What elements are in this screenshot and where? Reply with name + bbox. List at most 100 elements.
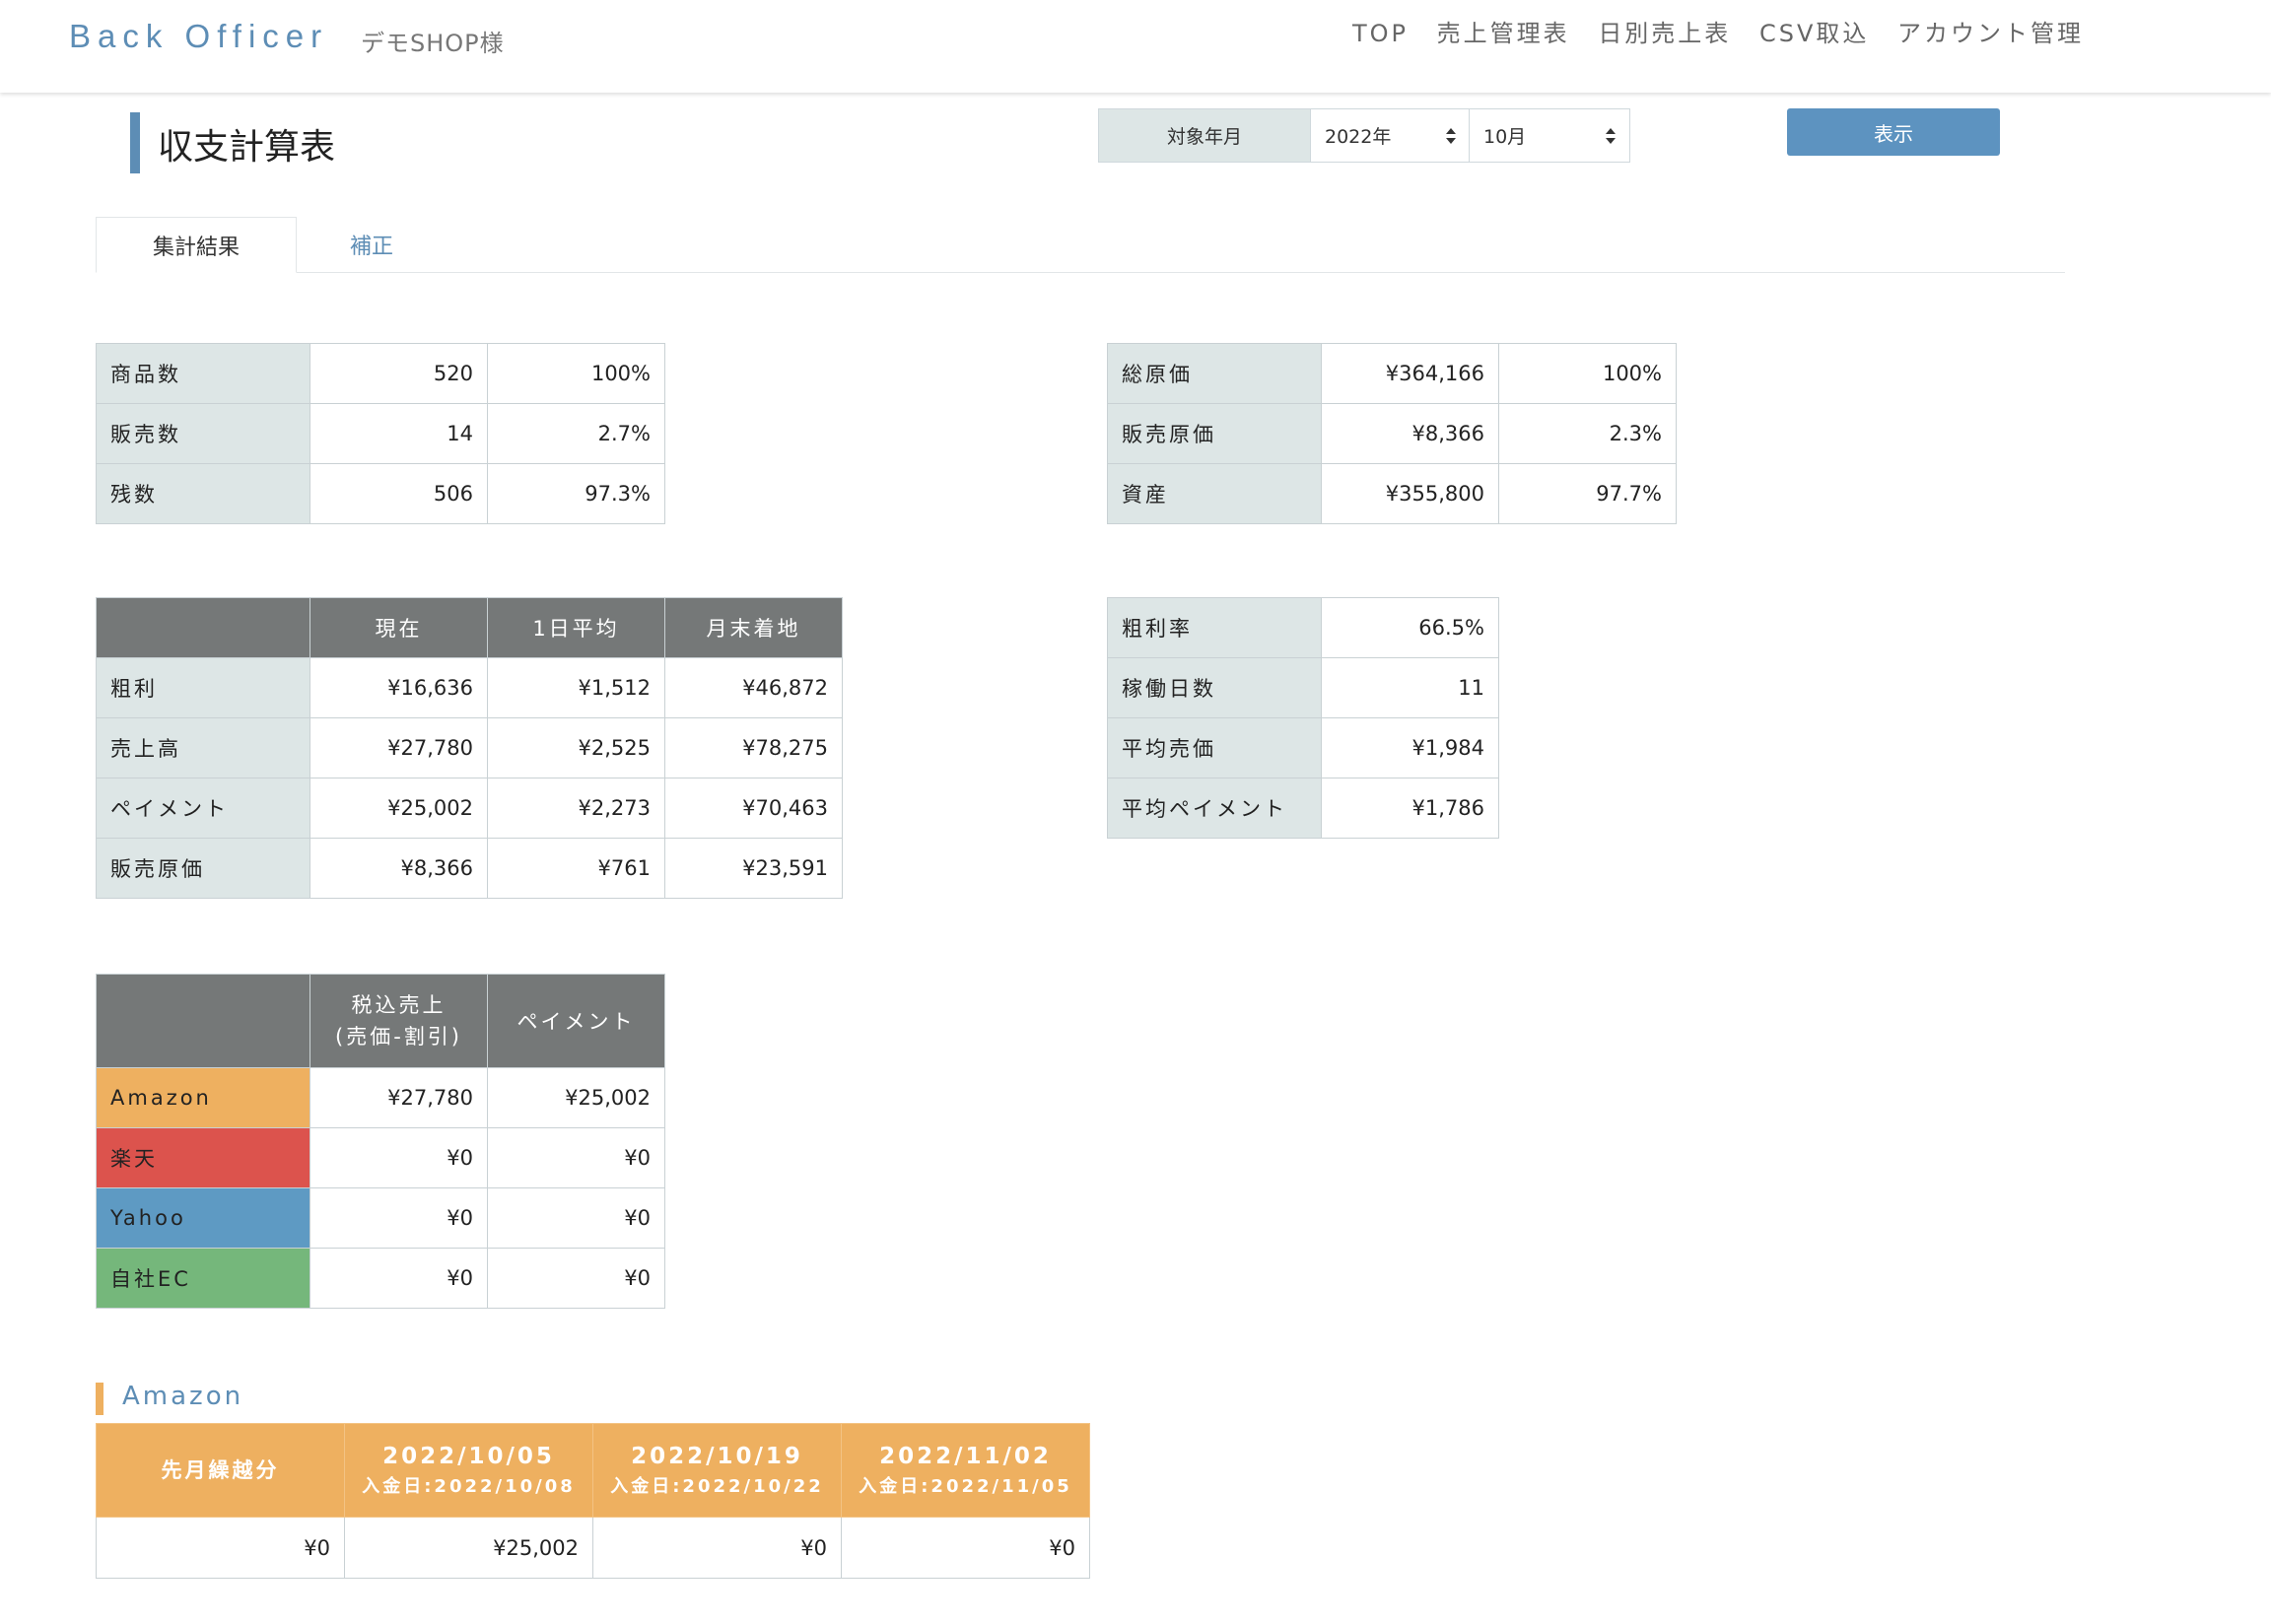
row-label: 総原価 (1107, 343, 1322, 404)
payment-cell: ¥25,002 (487, 1067, 665, 1128)
value-cell: ¥1,984 (1321, 717, 1499, 778)
table-header-row: 先月繰越分 2022/10/05 入金日:2022/10/08 2022/10/… (96, 1423, 1090, 1518)
table-row: Yahoo ¥0 ¥0 (96, 1187, 665, 1249)
row-label: ペイメント (96, 778, 310, 839)
select-caret-icon (1446, 127, 1456, 144)
value-cell: 14 (310, 403, 488, 464)
table-row: 楽天 ¥0 ¥0 (96, 1127, 665, 1188)
nav-csv-import[interactable]: CSV取込 (1759, 20, 1869, 47)
row-label: 粗利率 (1107, 597, 1322, 658)
sales-cell: ¥0 (310, 1187, 488, 1249)
table-row: 総原価 ¥364,166 100% (1107, 343, 1677, 404)
payout-value-cell: ¥0 (592, 1517, 842, 1579)
sales-cell: ¥0 (310, 1248, 488, 1309)
sales-cell: ¥0 (310, 1127, 488, 1188)
table-row: 売上高 ¥27,780 ¥2,525 ¥78,275 (96, 717, 843, 778)
tab-bar: 集計結果 補正 (96, 217, 2065, 273)
month-end-cell: ¥70,463 (664, 778, 843, 839)
percent-cell: 2.3% (1498, 403, 1677, 464)
nav-account-management[interactable]: アカウント管理 (1897, 20, 2084, 47)
row-label: 販売原価 (96, 838, 310, 899)
current-cell: ¥16,636 (310, 657, 488, 718)
channel-rakuten: 楽天 (96, 1127, 310, 1188)
current-cell: ¥25,002 (310, 778, 488, 839)
row-label: 商品数 (96, 343, 310, 404)
header-payment: ペイメント (487, 974, 665, 1068)
row-label: 稼働日数 (1107, 657, 1322, 718)
header-month-end: 月末着地 (664, 597, 843, 658)
table-row: 稼働日数 11 (1107, 657, 1499, 718)
column-date: 先月繰越分 (161, 1458, 280, 1482)
row-label: 残数 (96, 463, 310, 524)
nav-daily-sales[interactable]: 日別売上表 (1598, 20, 1731, 47)
filter-label: 対象年月 (1099, 109, 1311, 162)
month-select[interactable]: 10月 (1470, 109, 1628, 162)
shop-name: デモSHOP様 (361, 30, 505, 57)
daily-cell: ¥2,273 (487, 778, 665, 839)
percent-cell: 100% (487, 343, 665, 404)
table-row: 粗利率 66.5% (1107, 597, 1499, 658)
page-title: 収支計算表 (158, 127, 336, 168)
table-row: 粗利 ¥16,636 ¥1,512 ¥46,872 (96, 657, 843, 718)
month-end-cell: ¥23,591 (664, 838, 843, 899)
value-cell: 520 (310, 343, 488, 404)
value-cell: ¥355,800 (1321, 463, 1499, 524)
column-date: 2022/10/05 (382, 1444, 555, 1469)
table-row: 販売数 14 2.7% (96, 403, 665, 464)
stats-table: 粗利率 66.5% 稼働日数 11 平均売価 ¥1,984 平均ペイメント ¥1… (1107, 597, 1499, 839)
value-cell: 506 (310, 463, 488, 524)
value-cell: ¥8,366 (1321, 403, 1499, 464)
percent-cell: 2.7% (487, 403, 665, 464)
channel-amazon: Amazon (96, 1067, 310, 1128)
header-sales-line1: 税込売上 (351, 993, 447, 1017)
year-value: 2022年 (1325, 126, 1392, 148)
row-label: 平均売価 (1107, 717, 1322, 778)
tab-summary[interactable]: 集計結果 (96, 217, 297, 273)
select-caret-icon (1606, 127, 1616, 144)
value-cell: ¥364,166 (1321, 343, 1499, 404)
column-deposit-date: 入金日:2022/11/05 (859, 1476, 1072, 1497)
header-blank (96, 597, 310, 658)
payout-value-cell: ¥0 (96, 1517, 345, 1579)
header-payout-period: 2022/10/19 入金日:2022/10/22 (592, 1423, 842, 1518)
cost-table: 総原価 ¥364,166 100% 販売原価 ¥8,366 2.3% 資産 ¥3… (1107, 343, 1677, 524)
payment-cell: ¥0 (487, 1187, 665, 1249)
table-row: 平均売価 ¥1,984 (1107, 717, 1499, 778)
nav-sales-management[interactable]: 売上管理表 (1437, 20, 1570, 47)
year-select[interactable]: 2022年 (1311, 109, 1470, 162)
month-end-cell: ¥78,275 (664, 717, 843, 778)
daily-cell: ¥2,525 (487, 717, 665, 778)
row-label: 粗利 (96, 657, 310, 718)
percent-cell: 97.3% (487, 463, 665, 524)
column-date: 2022/10/19 (631, 1444, 803, 1469)
channel-yahoo: Yahoo (96, 1187, 310, 1249)
nav-top[interactable]: TOP (1352, 20, 1409, 47)
header-blank (96, 974, 310, 1068)
top-header: Back Officer デモSHOP様 TOP 売上管理表 日別売上表 CSV… (0, 0, 2271, 93)
table-row: 平均ペイメント ¥1,786 (1107, 778, 1499, 839)
value-cell: 66.5% (1321, 597, 1499, 658)
table-header-row: 現在 1日平均 月末着地 (96, 597, 843, 658)
column-deposit-date: 入金日:2022/10/08 (362, 1476, 576, 1497)
percent-cell: 97.7% (1498, 463, 1677, 524)
header-sales-line2: (売価-割引) (335, 1025, 462, 1049)
table-row: 商品数 520 100% (96, 343, 665, 404)
header-current: 現在 (310, 597, 488, 658)
channel-own-ec: 自社EC (96, 1248, 310, 1309)
brand-logo[interactable]: Back Officer (69, 18, 328, 55)
column-date: 2022/11/02 (879, 1444, 1052, 1469)
row-label: 資産 (1107, 463, 1322, 524)
profit-table: 現在 1日平均 月末着地 粗利 ¥16,636 ¥1,512 ¥46,872 売… (96, 597, 843, 899)
tab-correction[interactable]: 補正 (312, 217, 431, 272)
table-row: 販売原価 ¥8,366 ¥761 ¥23,591 (96, 838, 843, 899)
payout-value-cell: ¥0 (841, 1517, 1090, 1579)
percent-cell: 100% (1498, 343, 1677, 404)
table-row: 自社EC ¥0 ¥0 (96, 1248, 665, 1309)
table-row: 販売原価 ¥8,366 2.3% (1107, 403, 1677, 464)
table-row: ペイメント ¥25,002 ¥2,273 ¥70,463 (96, 778, 843, 839)
current-cell: ¥27,780 (310, 717, 488, 778)
month-end-cell: ¥46,872 (664, 657, 843, 718)
table-row: 残数 506 97.3% (96, 463, 665, 524)
title-accent-bar (130, 112, 140, 173)
show-button[interactable]: 表示 (1787, 108, 2000, 156)
